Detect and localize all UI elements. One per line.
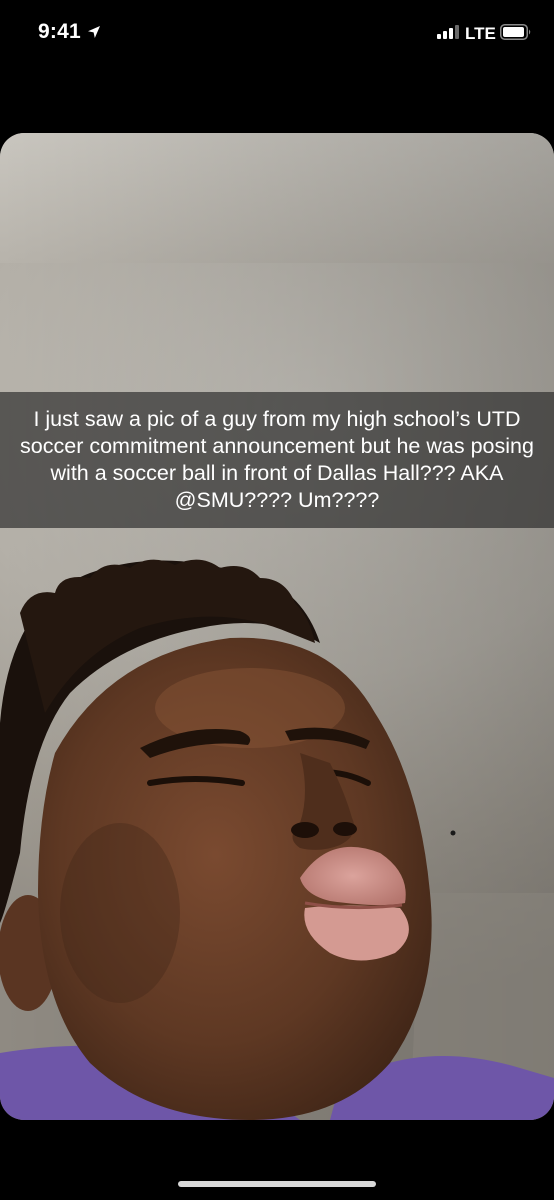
status-bar: 9:41 LTE [0,0,554,70]
snap-caption-bar: I just saw a pic of a guy from my high s… [0,392,554,528]
location-arrow-icon [88,26,100,38]
snap-photo[interactable]: I just saw a pic of a guy from my high s… [0,133,554,1120]
signal-bars-icon [437,25,459,39]
battery-icon [500,24,531,40]
status-time: 9:41 [38,20,81,43]
selfie-person [0,559,554,1120]
home-indicator[interactable] [178,1181,376,1187]
network-type-label: LTE [465,24,496,43]
snap-caption-text: I just saw a pic of a guy from my high s… [20,407,534,512]
